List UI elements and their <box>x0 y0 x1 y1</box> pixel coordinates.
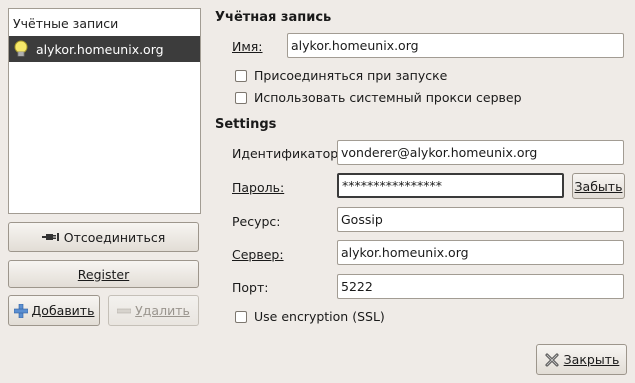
identifier-field[interactable]: vonderer@alykor.homeunix.org <box>337 140 624 165</box>
use-system-proxy-checkbox[interactable] <box>235 91 247 104</box>
disconnect-button[interactable]: Отсоединиться <box>8 222 199 252</box>
use-system-proxy-checkbox-row[interactable]: Использовать системный прокси сервер <box>235 90 522 105</box>
disconnect-button-label: Отсоединиться <box>63 229 166 245</box>
close-icon <box>545 353 559 366</box>
forget-password-button[interactable]: Забыть <box>572 173 625 199</box>
name-field[interactable]: alykor.homeunix.org <box>287 33 624 58</box>
use-encryption-label: Use encryption (SSL) <box>254 309 385 324</box>
settings-section-title: Settings <box>215 117 277 132</box>
plus-icon <box>13 303 28 318</box>
port-field[interactable]: 5222 <box>337 274 624 299</box>
connect-on-start-checkbox[interactable] <box>235 69 247 82</box>
plug-icon <box>41 233 59 241</box>
name-label-text: Имя: <box>232 39 263 54</box>
forget-password-button-label: Забыть <box>574 178 623 194</box>
password-label-text: Пароль: <box>232 180 285 195</box>
identifier-label: Идентификатор: <box>232 146 343 161</box>
remove-button-label: Удалить <box>135 303 190 318</box>
account-list-item-label: alykor.homeunix.org <box>36 41 164 57</box>
close-button-label: Закрыть <box>563 352 620 367</box>
register-button[interactable]: Register <box>8 260 199 288</box>
minus-icon <box>117 308 132 313</box>
remove-button[interactable]: Удалить <box>108 295 199 326</box>
register-button-label: Register <box>77 266 130 282</box>
use-encryption-checkbox-row[interactable]: Use encryption (SSL) <box>235 309 385 324</box>
server-label: Сервер: <box>232 247 284 262</box>
port-label: Порт: <box>232 280 269 295</box>
lightbulb-icon <box>14 40 28 57</box>
add-button[interactable]: Добавить <box>8 295 100 326</box>
close-button[interactable]: Закрыть <box>536 344 627 375</box>
password-label: Пароль: <box>232 180 284 195</box>
use-encryption-checkbox[interactable] <box>235 310 247 323</box>
resource-label: Ресурс: <box>232 214 281 229</box>
account-list-item[interactable]: alykor.homeunix.org <box>9 36 200 62</box>
account-section-title: Учётная запись <box>215 10 332 25</box>
connect-on-start-checkbox-row[interactable]: Присоединяться при запуске <box>235 68 447 83</box>
server-field[interactable]: alykor.homeunix.org <box>337 240 624 265</box>
accounts-list: Учётные записи alykor.homeunix.org <box>8 8 201 214</box>
use-system-proxy-label: Использовать системный прокси сервер <box>254 90 522 105</box>
server-label-text: Сервер: <box>232 247 284 262</box>
name-label: Имя: <box>232 39 263 54</box>
resource-field[interactable]: Gossip <box>337 207 624 232</box>
accounts-list-header: Учётные записи <box>13 16 119 31</box>
add-button-label: Добавить <box>31 303 95 318</box>
connect-on-start-label: Присоединяться при запуске <box>254 68 448 83</box>
password-field[interactable]: **************** <box>337 173 564 198</box>
